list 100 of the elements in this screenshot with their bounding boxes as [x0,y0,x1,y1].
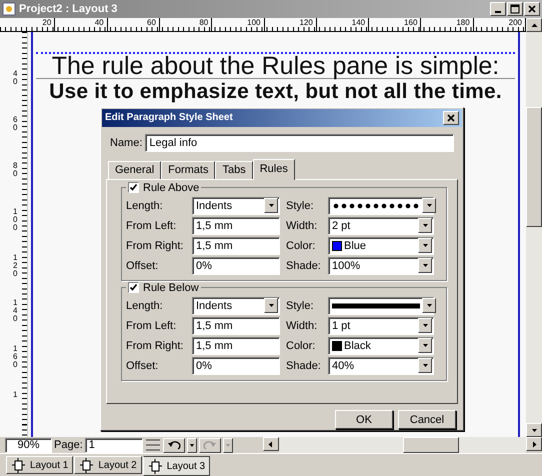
line-style-dropdown[interactable] [328,196,434,215]
field-label: Width: [286,220,318,232]
ruler-label: 80 [13,162,18,180]
undo-icon [166,439,182,451]
minimize-icon [495,11,501,13]
line-style-dropdown[interactable] [328,296,434,315]
ruler-label: 60 [108,18,160,31]
dialog-title: Edit Paragraph Style Sheet [105,112,233,124]
field-label: Style: [286,200,315,212]
page-field[interactable]: 1 [84,438,143,452]
dropdown[interactable]: 1 pt [328,316,434,335]
dropdown-arrow-button[interactable] [264,198,278,214]
checkmark-icon [129,283,138,292]
dropdown-arrow-button[interactable] [418,318,432,334]
redo-icon [202,439,218,451]
ruler-label: 140 [316,18,370,31]
field-label: Shade: [286,260,322,272]
field-label: From Left: [126,220,178,232]
dropdown[interactable]: Indents [192,296,280,315]
ruler-label: 180 [421,18,474,31]
page-label: Page: [54,439,83,451]
name-field[interactable]: Legal info [145,134,454,152]
text-field[interactable]: 1,5 mm [192,216,280,235]
color-dropdown[interactable]: Blue [328,236,434,255]
tab[interactable]: Rules [252,158,295,180]
checkbox[interactable] [128,182,139,194]
ruler-label: 100 [13,208,18,234]
maximize-icon [510,4,520,14]
layout-page-icon [148,458,163,474]
maximize-button[interactable] [507,2,523,16]
zoom-field[interactable]: 90% [5,438,52,452]
layout-tab[interactable]: Layout 1 [6,456,74,474]
dropdown[interactable]: 100% [328,256,434,275]
dialog-button[interactable]: Cancel [398,410,456,429]
dropdown-arrow-button[interactable] [418,258,432,274]
dropdown-arrow-button[interactable] [186,438,197,452]
field-label: Length: [126,200,164,212]
redo-button[interactable] [198,438,221,452]
dropdown-arrow-button[interactable] [418,338,432,354]
dropdown-arrow-button[interactable] [222,438,233,452]
scroll-thumb[interactable] [402,437,459,453]
scroll-up-button[interactable] [526,18,542,32]
dropdown-arrow-button[interactable] [264,298,278,314]
ruler-label: 140 [13,299,18,326]
text-field[interactable]: 1,5 mm [192,316,280,335]
ruler-label: 20 [3,18,56,31]
dropdown-arrow-button[interactable] [422,198,436,214]
dropdown-arrow-button[interactable] [418,238,432,254]
layout-tab[interactable]: Layout 3 [142,456,210,476]
field-label: Offset: [126,360,160,372]
scroll-thumb[interactable] [526,107,542,227]
close-button[interactable] [524,2,540,16]
dropdown-arrow-button[interactable] [418,358,432,374]
ruler-label: 1 [13,391,18,402]
tab[interactable]: Formats [161,160,216,179]
field-label: Name: [110,136,142,149]
color-dropdown[interactable]: Black [328,336,434,355]
dropdown[interactable]: 40% [328,356,434,375]
layout-page-icon [11,458,26,472]
headline-text: Use it to emphasize text, but not all the time. [48,80,503,104]
app-icon [2,2,16,16]
text-field[interactable]: 0% [192,256,280,275]
dialog-button[interactable]: OK [335,410,393,429]
dropdown-arrow-button[interactable] [418,218,432,234]
checkbox[interactable] [128,282,139,294]
ruler-label: 40 [55,18,108,31]
ruler-label: 120 [264,18,317,31]
ruler-label: 40 [13,70,18,88]
field-label: Offset: [126,260,160,272]
tab[interactable]: General [108,160,162,179]
ruler-label: 160 [369,18,422,31]
dropdown[interactable]: 2 pt [328,216,434,235]
minimize-button[interactable] [490,2,506,16]
field-label: Shade: [286,360,322,372]
checkmark-icon [129,183,138,192]
close-icon [446,112,456,123]
checkbox-label: Rule Above [143,182,200,194]
layout-page-icon [79,458,94,472]
vertical-scrollbar[interactable] [526,32,542,437]
layout-tab[interactable]: Layout 2 [74,456,142,474]
scroll-left-button[interactable] [262,437,279,451]
window-title: Project2 : Layout 3 [19,3,118,15]
scroll-down-button[interactable] [526,423,542,437]
scroll-right-button[interactable] [526,437,542,451]
text-field[interactable]: 1,5 mm [192,336,280,355]
close-button[interactable] [443,110,459,125]
field-label: From Left: [126,320,178,332]
field-label: Width: [286,320,318,332]
horizontal-scrollbar[interactable] [262,437,542,453]
text-field[interactable]: 0% [192,356,280,375]
field-label: From Right: [126,240,184,252]
ruler-label: 120 [13,254,18,280]
field-label: Color: [286,240,316,252]
checkbox-label: Rule Below [143,282,199,294]
undo-button[interactable] [162,438,185,452]
dropdown-arrow-button[interactable] [422,298,436,314]
ruler-label: 160 [13,345,18,372]
text-field[interactable]: 1,5 mm [192,236,280,255]
field-label: From Right: [126,340,184,352]
dropdown[interactable]: Indents [192,196,280,215]
